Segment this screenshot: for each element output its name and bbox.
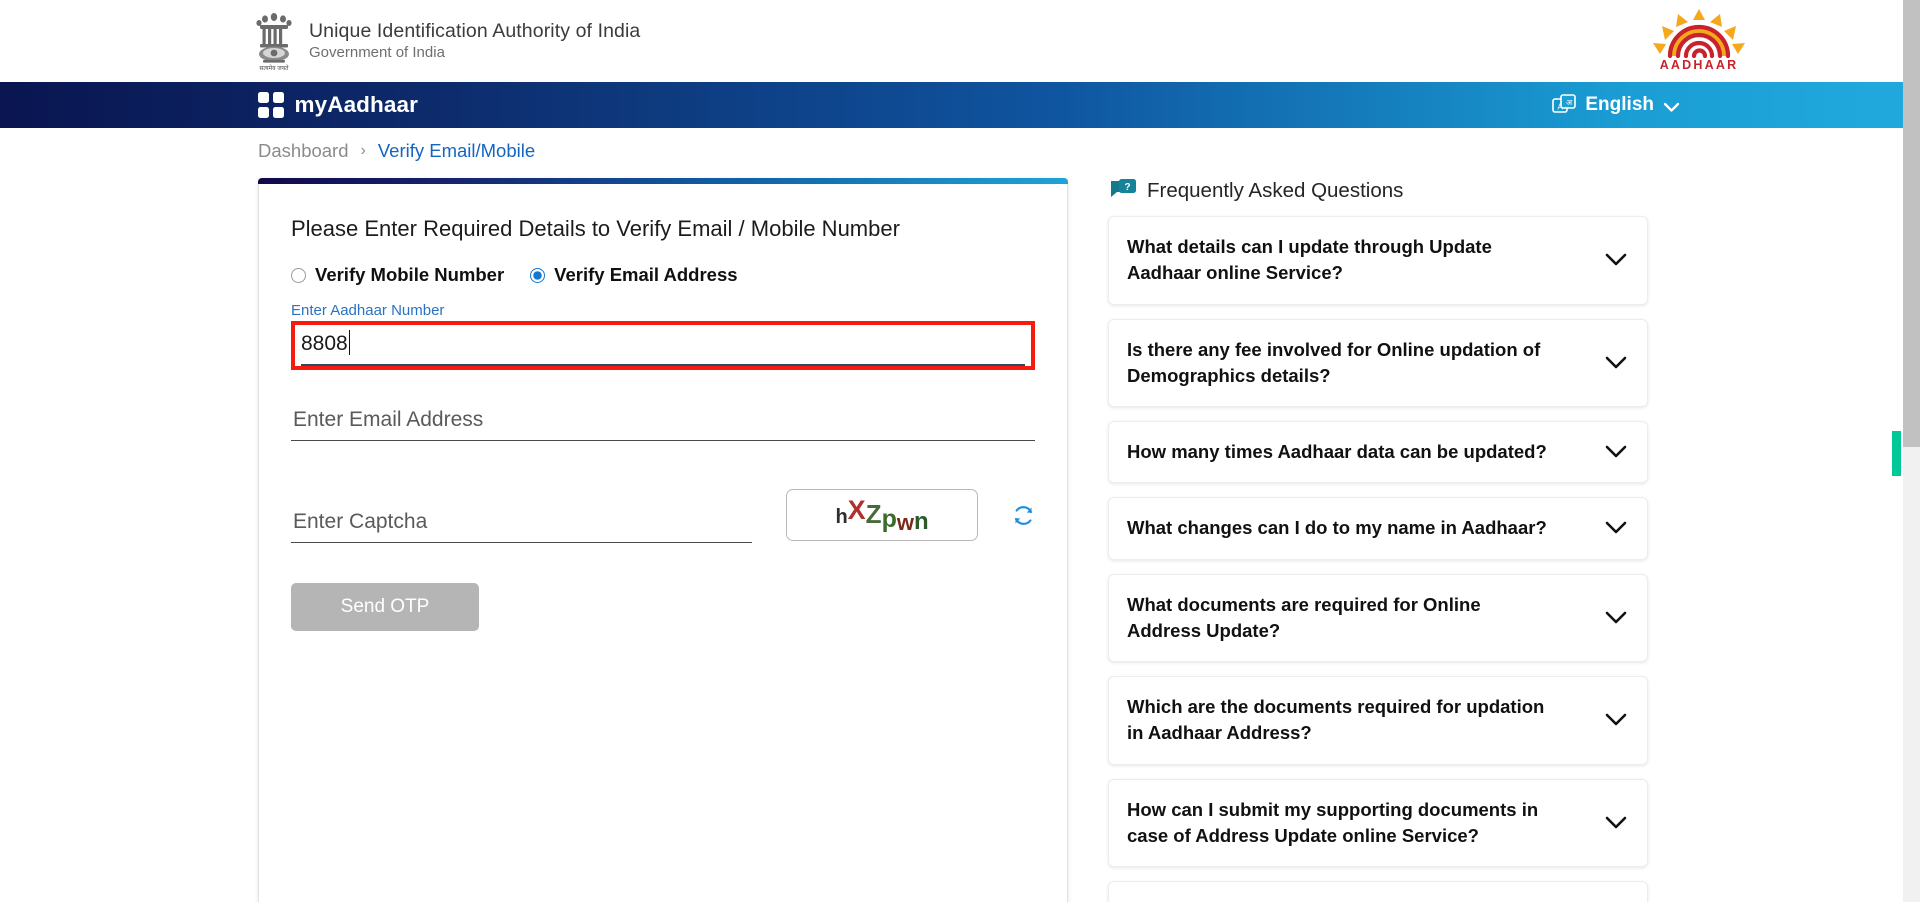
svg-text:अ: अ <box>1566 98 1573 107</box>
aadhaar-highlight-box: 8808 <box>291 321 1035 370</box>
aadhaar-input-value[interactable]: 8808 <box>301 332 348 355</box>
faq-panel: ? Frequently Asked Questions What detail… <box>1108 178 1648 902</box>
radio-email-indicator <box>530 267 546 283</box>
chevron-down-icon[interactable] <box>1605 356 1627 370</box>
svg-text:?: ? <box>1124 182 1130 193</box>
breadcrumb: Dashboard › Verify Email/Mobile <box>258 140 1920 162</box>
grid-icon <box>258 92 284 118</box>
language-selector[interactable]: A अ English <box>1552 94 1680 116</box>
breadcrumb-separator: › <box>360 142 366 159</box>
chevron-down-icon <box>1663 100 1680 112</box>
aadhaar-logo-text: AADHAAR <box>1660 58 1739 72</box>
faq-question: How can I submit my supporting documents… <box>1127 798 1539 846</box>
question-bubble-icon: ? <box>1110 178 1137 203</box>
faq-question: What details can I update through Update… <box>1127 236 1492 284</box>
chevron-down-icon[interactable] <box>1605 253 1627 267</box>
national-emblem-icon: सत्यमेव जयते <box>252 8 296 74</box>
faq-item[interactable]: Is there any fee involved for Online upd… <box>1108 318 1648 408</box>
language-label: English <box>1585 94 1654 115</box>
radio-mobile-label: Verify Mobile Number <box>315 264 505 285</box>
faq-item[interactable]: What documents are required for Online A… <box>1108 573 1648 663</box>
aadhaar-logo: AADHAAR <box>1638 6 1760 72</box>
refresh-icon[interactable] <box>1012 504 1035 527</box>
captcha-image: hXZpwn <box>786 489 978 541</box>
brand-myaadhaar[interactable]: myAadhaar <box>258 92 418 118</box>
radio-email-label: Verify Email Address <box>554 264 738 285</box>
org-subtitle: Government of India <box>309 44 445 62</box>
faq-item[interactable]: What details can I update through Update… <box>1108 216 1648 305</box>
radio-verify-email[interactable]: Verify Email Address <box>530 264 738 286</box>
chevron-down-icon[interactable] <box>1605 521 1627 535</box>
breadcrumb-dashboard[interactable]: Dashboard <box>258 140 349 162</box>
chevron-down-icon[interactable] <box>1605 816 1627 830</box>
chevron-down-icon[interactable] <box>1605 611 1627 625</box>
faq-question: What changes can I do to my name in Aadh… <box>1127 517 1547 539</box>
org-title: Unique Identification Authority of India <box>309 19 641 42</box>
breadcrumb-current[interactable]: Verify Email/Mobile <box>378 140 535 162</box>
faq-item[interactable]: How many times Aadhaar data can be updat… <box>1108 421 1648 484</box>
faq-item[interactable]: Which are the documents required for upd… <box>1108 676 1648 765</box>
captcha-input[interactable] <box>291 506 753 543</box>
verify-type-radio-group: Verify Mobile Number Verify Email Addres… <box>291 264 1035 286</box>
brand-label: myAadhaar <box>294 92 418 117</box>
chevron-down-icon[interactable] <box>1605 713 1627 727</box>
emblem-motto: सत्यमेव जयते <box>259 64 289 72</box>
captcha-field <box>291 506 753 543</box>
form-title: Please Enter Required Details to Verify … <box>291 216 900 241</box>
faq-question: Is there any fee involved for Online upd… <box>1127 338 1541 386</box>
scroll-position-marker <box>1892 431 1901 476</box>
aadhaar-number-label: Enter Aadhaar Number <box>291 302 445 319</box>
faq-item[interactable]: How can I submit my supporting documents… <box>1108 778 1648 868</box>
faq-question: What documents are required for Online A… <box>1127 593 1481 641</box>
email-address-field <box>291 404 1035 441</box>
faq-item[interactable]: What changes can I do to my name in Aadh… <box>1108 497 1648 560</box>
page-scrollbar-thumb[interactable] <box>1903 0 1920 447</box>
aadhaar-number-field: Enter Aadhaar Number 8808 <box>291 302 1035 370</box>
captcha-image-text: hXZpwn <box>835 494 929 535</box>
verify-form-card: Please Enter Required Details to Verify … <box>258 178 1068 902</box>
page-body: Dashboard › Verify Email/Mobile Please E… <box>0 140 1920 902</box>
site-header: सत्यमेव जयते Unique Identification Autho… <box>0 0 1920 82</box>
faq-header: ? Frequently Asked Questions <box>1108 178 1648 203</box>
text-caret <box>348 330 351 355</box>
emblem-block: सत्यमेव जयते Unique Identification Autho… <box>252 8 640 74</box>
faq-list: What details can I update through Update… <box>1108 216 1648 902</box>
faq-item[interactable]: Can I update my local language through U… <box>1108 881 1648 902</box>
faq-question: Which are the documents required for upd… <box>1127 696 1545 744</box>
captcha-row: hXZpwn <box>291 489 1035 543</box>
radio-mobile-indicator <box>291 267 306 283</box>
radio-verify-mobile[interactable]: Verify Mobile Number <box>291 264 504 286</box>
faq-question: How many times Aadhaar data can be updat… <box>1127 441 1547 463</box>
translate-icon: A अ <box>1552 94 1577 116</box>
chevron-down-icon[interactable] <box>1605 445 1627 459</box>
faq-title: Frequently Asked Questions <box>1147 178 1404 202</box>
svg-text:A: A <box>1558 103 1564 112</box>
main-navbar: myAadhaar A अ English <box>0 82 1920 128</box>
send-otp-button[interactable]: Send OTP <box>291 583 479 631</box>
email-input[interactable] <box>291 404 1035 441</box>
